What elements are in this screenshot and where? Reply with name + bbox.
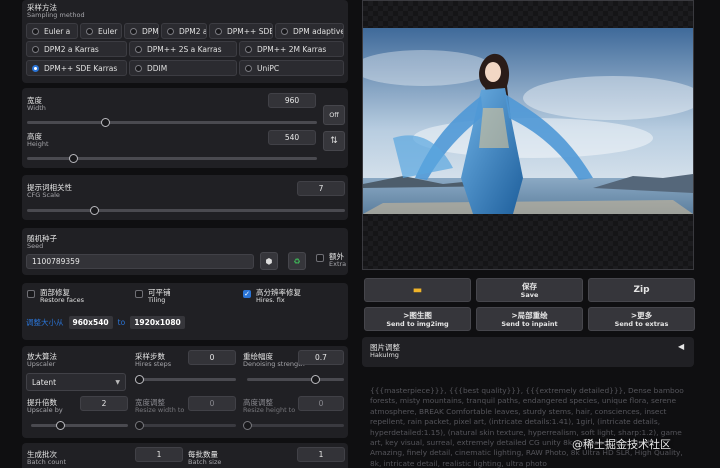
resize-to: 1920x1080	[130, 316, 185, 329]
height-label-en: Height	[27, 140, 49, 148]
save-button[interactable]: 保存 Save	[476, 278, 583, 302]
resize-info-text: 调整大小从	[26, 318, 64, 327]
batch-count-label-en: Batch count	[27, 458, 67, 466]
width-input[interactable]: 960	[268, 93, 316, 108]
sampler-dpmpp-2s-a-karras[interactable]: DPM++ 2S a Karras	[129, 41, 237, 57]
tiling-label-en: Tiling	[148, 296, 166, 304]
sampler-ddim[interactable]: DDIM	[129, 60, 237, 76]
sampler-dpm2-a[interactable]: DPM2 a	[161, 23, 207, 39]
radio-icon	[215, 27, 222, 35]
reuse-seed-button[interactable]: ♻	[288, 252, 306, 270]
sampler-dpm2-a-karras[interactable]: DPM2 a Karras	[26, 41, 127, 57]
collapse-triangle-icon[interactable]: ◀	[678, 342, 684, 351]
radio-icon	[245, 64, 252, 72]
sampler-euler[interactable]: Euler	[80, 23, 122, 39]
sampler-dpmpp-sde[interactable]: DPM++ SDE	[209, 23, 273, 39]
sampler-unipc[interactable]: UniPC	[239, 60, 344, 76]
sampler-dpmpp-sde-karras[interactable]: DPM++ SDE Karras	[26, 60, 127, 76]
swap-dimensions-button[interactable]: ⇅	[323, 131, 345, 151]
batch-size-input[interactable]: 1	[297, 447, 345, 462]
restore-faces-checkbox[interactable]	[27, 290, 35, 298]
resize-info: 调整大小从 960x540 to 1920x1080	[26, 315, 185, 330]
radio-icon	[135, 45, 142, 53]
seed-label-en: Seed	[27, 242, 44, 250]
resize-width-input[interactable]: 0	[188, 396, 236, 411]
resize-height-label-en: Resize height to	[243, 406, 296, 414]
radio-icon	[281, 27, 288, 35]
chevron-down-icon: ▼	[115, 378, 120, 386]
restore-faces-label-en: Restore faces	[40, 296, 84, 304]
extra-label-en: Extra	[329, 260, 347, 268]
denoising-slider[interactable]	[247, 375, 344, 384]
width-slider[interactable]	[27, 118, 317, 127]
resize-width-slider[interactable]	[135, 421, 236, 430]
resize-from: 960x540	[68, 316, 113, 329]
generated-image[interactable]	[363, 28, 693, 214]
recycle-icon: ♻	[293, 256, 301, 266]
radio-selected-icon	[32, 64, 39, 72]
seed-input[interactable]: 1100789359	[26, 254, 254, 269]
hakuimg-accordion[interactable]	[362, 337, 694, 367]
hires-steps-slider-handle[interactable]	[135, 375, 144, 384]
resize-width-label-en: Resize width to	[135, 406, 185, 414]
cfg-slider-handle[interactable]	[89, 206, 99, 215]
swap-arrows-icon: ⇅	[330, 136, 338, 146]
open-folder-button[interactable]: ▬	[364, 278, 471, 302]
sampler-dpm2[interactable]: DPM2	[124, 23, 159, 39]
denoising-slider-handle[interactable]	[310, 375, 320, 384]
sampling-label-en: Sampling method	[27, 11, 85, 19]
batch-size-label-en: Batch size	[188, 458, 222, 466]
height-input[interactable]: 540	[268, 130, 316, 145]
cfg-slider[interactable]	[27, 206, 345, 215]
radio-icon	[167, 27, 174, 35]
hires-steps-label-en: Hires steps	[135, 360, 172, 368]
resize-height-input[interactable]: 0	[298, 396, 344, 411]
generation-info: {{{masterpiece}}}, {{{best quality}}}, {…	[362, 376, 694, 468]
upscale-by-slider[interactable]	[31, 421, 128, 430]
send-to-extras-button[interactable]: >更多 Send to extras	[588, 307, 695, 331]
dice-icon: ⬢	[265, 256, 273, 266]
radio-icon	[32, 45, 39, 53]
cfg-label-en: CFG Scale	[27, 191, 60, 199]
sampler-euler-a[interactable]: Euler a	[26, 23, 78, 39]
hires-steps-slider[interactable]	[135, 375, 236, 384]
hires-fix-checkbox[interactable]: ✓	[243, 290, 251, 298]
upscale-by-input[interactable]: 2	[80, 396, 128, 411]
generation-info-text: {{{masterpiece}}}, {{{best quality}}}, {…	[370, 386, 684, 468]
denoising-input[interactable]: 0.7	[298, 350, 344, 365]
folder-icon: ▬	[412, 284, 423, 296]
send-to-img2img-button[interactable]: >图生图 Send to img2img	[364, 307, 471, 331]
radio-icon	[135, 64, 142, 72]
radio-icon	[32, 27, 39, 35]
resize-height-slider-handle[interactable]	[243, 421, 252, 430]
resize-to-word: to	[117, 318, 126, 327]
width-label-en: Width	[27, 104, 46, 112]
radio-icon	[86, 27, 93, 35]
radio-icon	[245, 45, 252, 53]
send-to-inpaint-button[interactable]: >局部重绘 Send to inpaint	[476, 307, 583, 331]
sampler-dpm-adaptive[interactable]: DPM adaptive	[275, 23, 344, 39]
resize-width-slider-handle[interactable]	[135, 421, 144, 430]
hires-fix-label-en: Hires. fix	[256, 296, 285, 304]
upscale-by-label-en: Upscale by	[27, 406, 63, 414]
watermark: @稀土掘金技术社区	[572, 438, 671, 451]
sampler-dpmpp-2m-karras[interactable]: DPM++ 2M Karras	[239, 41, 344, 57]
random-seed-button[interactable]: ⬢	[260, 252, 278, 270]
off-button[interactable]: Off	[323, 105, 345, 125]
generated-image-art	[363, 28, 693, 214]
zip-button[interactable]: Zip	[588, 278, 695, 302]
radio-icon	[130, 27, 137, 35]
denoising-label-en: Denoising strength	[243, 360, 305, 368]
cfg-input[interactable]: 7	[297, 181, 345, 196]
batch-count-input[interactable]: 1	[135, 447, 183, 462]
extra-seed-checkbox[interactable]	[316, 254, 324, 262]
upscaler-label-en: Upscaler	[27, 360, 56, 368]
hakuimg-label-en: HakuImg	[370, 351, 399, 359]
resize-height-slider[interactable]	[243, 421, 344, 430]
upscaler-select[interactable]: Latent ▼	[26, 373, 126, 391]
tiling-checkbox[interactable]	[135, 290, 143, 298]
checkmark-icon: ✓	[244, 290, 250, 298]
hires-steps-input[interactable]: 0	[188, 350, 236, 365]
height-slider[interactable]	[27, 154, 317, 163]
